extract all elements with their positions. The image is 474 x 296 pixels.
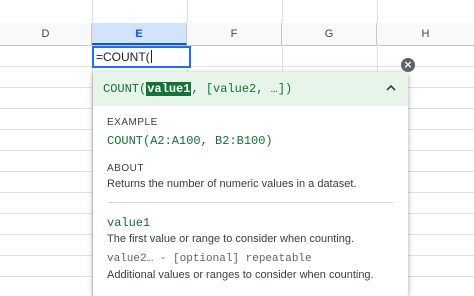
- column-header-d[interactable]: D: [0, 23, 92, 45]
- cell-editor-e[interactable]: =COUNT(: [92, 46, 191, 68]
- grid-top-row: [0, 0, 474, 24]
- formula-help-card: COUNT(value1, [value2, …]) EXAMPLE COUNT…: [93, 72, 408, 296]
- signature-current-param: value1: [146, 82, 192, 96]
- signature-prefix: COUNT(: [103, 82, 147, 96]
- column-header-row: D E F G H: [0, 23, 474, 46]
- divider: [107, 202, 394, 203]
- example-code: COUNT(A2:A100, B2:B100): [107, 134, 273, 148]
- column-header-f[interactable]: F: [187, 23, 282, 45]
- column-header-e[interactable]: E: [92, 23, 187, 45]
- param1-description: The first value or range to consider whe…: [107, 233, 355, 245]
- about-heading: ABOUT: [107, 163, 144, 174]
- formula-help-header[interactable]: COUNT(value1, [value2, …]): [93, 72, 408, 106]
- about-text: Returns the number of numeric values in …: [107, 178, 357, 190]
- chevron-up-icon[interactable]: [384, 81, 398, 95]
- signature-rest: , [value2, …]): [191, 82, 293, 96]
- close-icon[interactable]: ×: [401, 58, 415, 72]
- function-signature: COUNT(value1, [value2, …]): [103, 80, 292, 98]
- param2-name: value2… - [optional] repeatable: [107, 253, 312, 265]
- text-cursor: [150, 50, 152, 63]
- cell-formula-text: =COUNT(: [96, 50, 150, 64]
- example-heading: EXAMPLE: [107, 117, 158, 128]
- param2-description: Additional values or ranges to consider …: [107, 269, 374, 281]
- column-header-g[interactable]: G: [282, 23, 377, 45]
- column-header-h[interactable]: H: [377, 23, 474, 45]
- param1-name: value1: [107, 216, 151, 230]
